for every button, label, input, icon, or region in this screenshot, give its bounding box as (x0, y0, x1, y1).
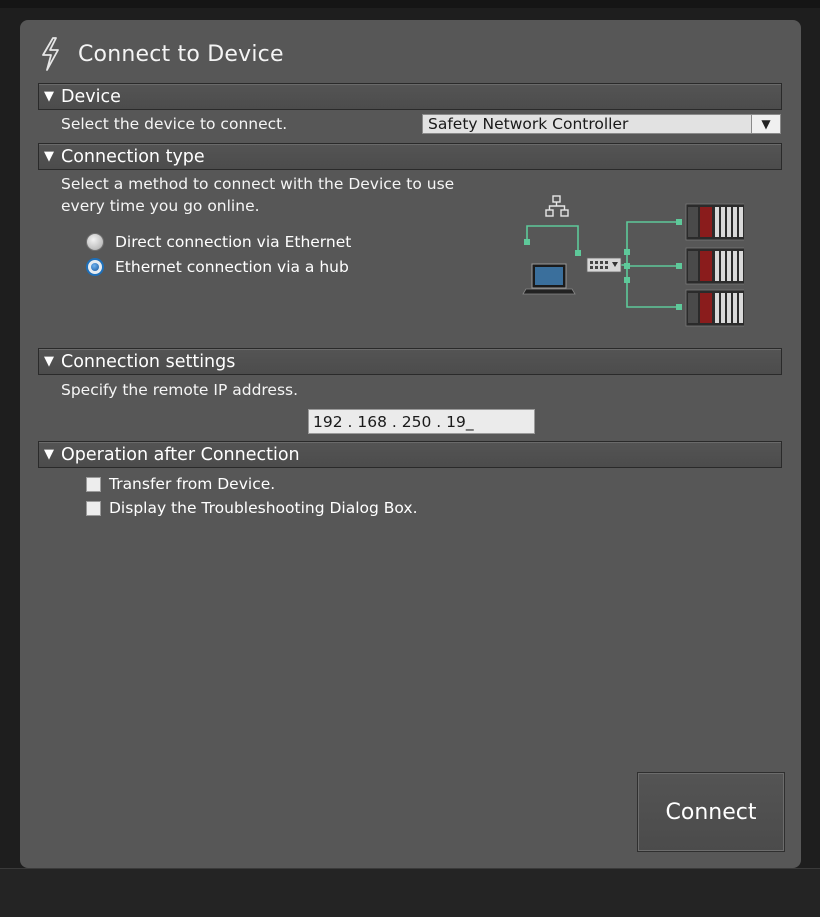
bottom-status-bar (0, 868, 820, 917)
checkbox-unchecked[interactable] (86, 500, 101, 516)
connection-diagram (522, 195, 744, 327)
dropdown-arrow-icon[interactable]: ▼ (751, 115, 780, 133)
checkbox-label-transfer: Transfer from Device. (109, 475, 276, 493)
connection-type-description-line1: Select a method to connect with the Devi… (61, 175, 455, 193)
section-title-connection-settings: Connection settings (61, 351, 236, 372)
lightning-icon (42, 37, 59, 71)
connect-button[interactable]: Connect (637, 772, 785, 852)
section-title-operation-after-connection: Operation after Connection (61, 444, 300, 465)
network-icon (545, 195, 569, 217)
controller-icon (685, 203, 744, 327)
hub-icon (586, 257, 622, 273)
checkbox-display-troubleshooting[interactable]: Display the Troubleshooting Dialog Box. (86, 499, 418, 517)
device-select[interactable]: Safety Network Controller ▼ (422, 114, 781, 134)
section-header-device[interactable]: ▼ Device (38, 83, 782, 110)
collapse-triangle-icon: ▼ (44, 447, 54, 462)
connection-type-description-line2: every time you go online. (61, 197, 260, 215)
radio-label-direct: Direct connection via Ethernet (115, 233, 352, 251)
laptop-icon (522, 263, 576, 295)
ip-address-input[interactable]: 192 . 168 . 250 . 19_ (308, 409, 535, 434)
checkbox-unchecked[interactable] (86, 476, 101, 492)
connect-to-device-panel: Connect to Device ▼ Device Select the de… (20, 20, 801, 868)
section-header-connection-type[interactable]: ▼ Connection type (38, 143, 782, 170)
radio-label-hub: Ethernet connection via a hub (115, 258, 349, 276)
section-header-connection-settings[interactable]: ▼ Connection settings (38, 348, 782, 375)
radio-button-unselected[interactable] (86, 233, 104, 251)
checkbox-transfer-from-device[interactable]: Transfer from Device. (86, 475, 275, 493)
radio-button-selected[interactable] (86, 258, 104, 276)
section-title-connection-type: Connection type (61, 146, 205, 167)
radio-direct-connection[interactable]: Direct connection via Ethernet (86, 233, 351, 251)
section-header-operation-after-connection[interactable]: ▼ Operation after Connection (38, 441, 782, 468)
window-top-strip (0, 0, 820, 8)
collapse-triangle-icon: ▼ (44, 354, 54, 369)
ip-prompt: Specify the remote IP address. (61, 381, 299, 399)
collapse-triangle-icon: ▼ (44, 149, 54, 164)
dialog-title: Connect to Device (78, 41, 284, 67)
radio-hub-connection[interactable]: Ethernet connection via a hub (86, 258, 349, 276)
dialog-header: Connect to Device (40, 37, 284, 71)
device-prompt: Select the device to connect. (61, 115, 288, 133)
device-select-value: Safety Network Controller (428, 115, 629, 133)
checkbox-label-troubleshooting: Display the Troubleshooting Dialog Box. (109, 499, 418, 517)
section-title-device: Device (61, 86, 121, 107)
collapse-triangle-icon: ▼ (44, 89, 54, 104)
